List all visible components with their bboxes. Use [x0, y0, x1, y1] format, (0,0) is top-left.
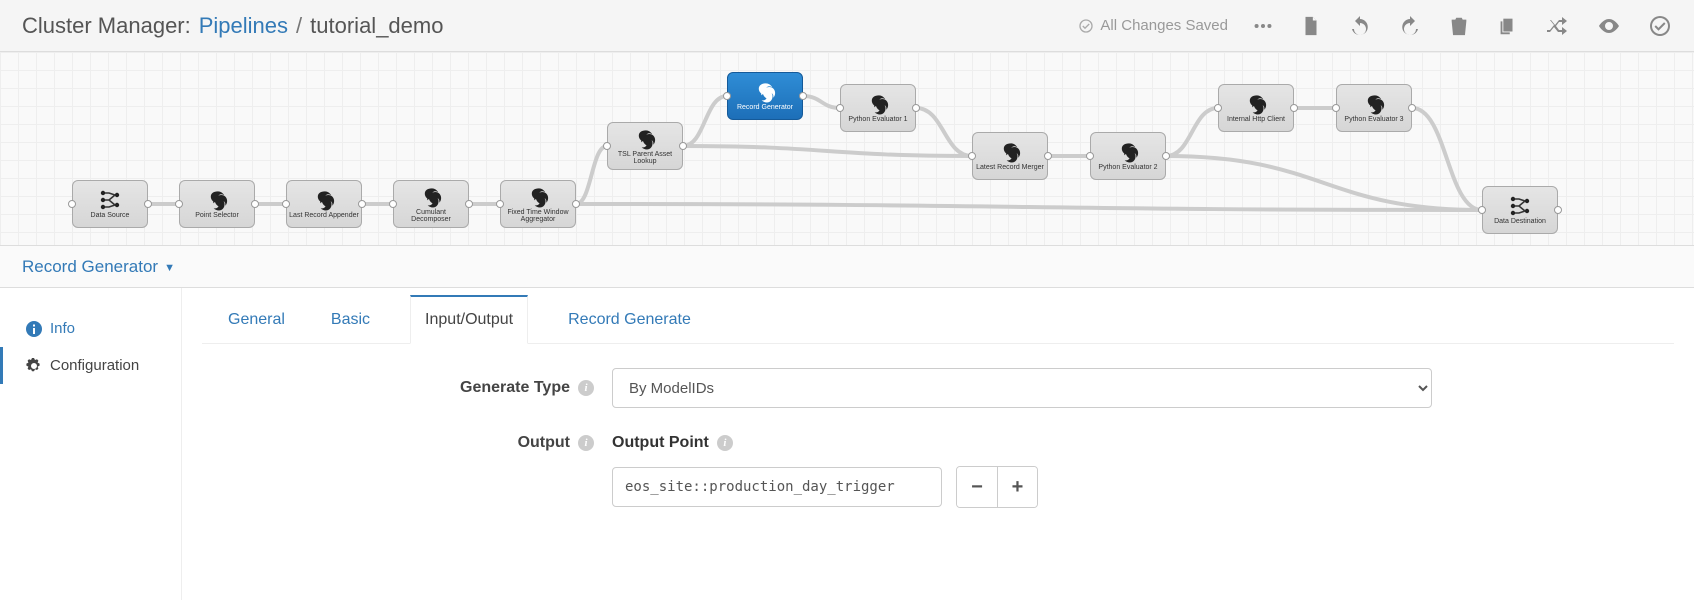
breadcrumb: Cluster Manager: Pipelines / tutorial_de… [22, 13, 443, 39]
info-icon [26, 321, 42, 337]
node-label: Internal Http Client [1227, 116, 1285, 123]
remove-point-button[interactable]: − [957, 467, 997, 507]
selected-operator-label: Record Generator [22, 257, 158, 277]
swirl-icon [206, 189, 228, 211]
config-tabs: General Basic Input/Output Record Generate [202, 288, 1674, 344]
help-icon[interactable]: i [578, 380, 594, 396]
save-status: All Changes Saved [1078, 17, 1228, 34]
node-cumulant[interactable]: Cumulant Decomposer [393, 180, 469, 228]
new-file-button[interactable] [1300, 14, 1322, 38]
copy-icon [1496, 14, 1518, 38]
swirl-icon [420, 186, 442, 208]
more-button[interactable] [1252, 15, 1274, 37]
help-icon[interactable]: i [578, 435, 594, 451]
node-pyEval3[interactable]: Python Evaluator 3 [1336, 84, 1412, 132]
node-latestMerger[interactable]: Latest Record Merger [972, 132, 1048, 180]
output-point-input[interactable] [612, 467, 942, 507]
node-label: Python Evaluator 3 [1344, 116, 1403, 123]
node-label: Fixed Time Window Aggregator [503, 209, 573, 224]
swirl-icon [313, 189, 335, 211]
file-icon [1300, 14, 1322, 38]
node-label: Last Record Appender [289, 212, 359, 219]
undo-icon [1348, 14, 1372, 38]
swirl-icon [1363, 93, 1385, 115]
node-label: TSL Parent Asset Lookup [610, 151, 680, 166]
node-httpClient[interactable]: Internal Http Client [1218, 84, 1294, 132]
node-label: Cumulant Decomposer [396, 209, 466, 224]
node-label: Data Source [91, 212, 130, 219]
breadcrumb-separator: / [296, 13, 302, 39]
breadcrumb-current: tutorial_demo [310, 13, 443, 39]
validate-button[interactable] [1648, 14, 1672, 38]
node-pyEval1[interactable]: Python Evaluator 1 [840, 84, 916, 132]
node-label: Data Destination [1494, 218, 1546, 225]
config-sidebar: InfoConfiguration [0, 288, 182, 600]
output-point-label: Output Point i [612, 434, 1664, 452]
node-dataDest[interactable]: Data Destination [1482, 186, 1558, 234]
node-dataSource[interactable]: Data Source [72, 180, 148, 228]
generate-type-label: Generate Type i [402, 379, 612, 397]
node-pointSelector[interactable]: Point Selector [179, 180, 255, 228]
tab-general[interactable]: General [222, 295, 291, 343]
shuffle-button[interactable] [1544, 14, 1570, 38]
node-lastRecord[interactable]: Last Record Appender [286, 180, 362, 228]
node-fixedTime[interactable]: Fixed Time Window Aggregator [500, 180, 576, 228]
config-form: Generate Type i By ModelIDs Output i Out… [202, 344, 1674, 508]
swirl-icon [527, 186, 549, 208]
gear-icon [26, 358, 42, 374]
add-point-button[interactable]: + [997, 467, 1037, 507]
swirl-icon [754, 81, 776, 103]
shuffle-icon [1544, 14, 1570, 38]
swirl-icon [634, 128, 656, 150]
swirl-icon [1245, 93, 1267, 115]
eye-icon [1596, 14, 1622, 38]
swirl-icon [999, 141, 1021, 163]
header-title: Cluster Manager: [22, 13, 191, 39]
ellipsis-icon [1252, 15, 1274, 37]
branch-icon [99, 189, 121, 211]
node-recordGen[interactable]: Record Generator [727, 72, 803, 120]
side-tab-config[interactable]: Configuration [0, 347, 181, 384]
swirl-icon [867, 93, 889, 115]
undo-button[interactable] [1348, 14, 1372, 38]
help-icon[interactable]: i [717, 435, 733, 451]
trash-icon [1448, 14, 1470, 38]
node-label: Point Selector [195, 212, 239, 219]
tab-basic[interactable]: Basic [325, 295, 376, 343]
node-pyEval2[interactable]: Python Evaluator 2 [1090, 132, 1166, 180]
delete-button[interactable] [1448, 14, 1470, 38]
toolbar [1252, 14, 1672, 38]
copy-button[interactable] [1496, 14, 1518, 38]
redo-icon [1398, 14, 1422, 38]
node-label: Latest Record Merger [976, 164, 1044, 171]
caret-down-icon: ▼ [164, 262, 175, 274]
node-tslParent[interactable]: TSL Parent Asset Lookup [607, 122, 683, 170]
node-label: Python Evaluator 2 [1098, 164, 1157, 171]
tab-recgen[interactable]: Record Generate [562, 295, 697, 343]
node-label: Python Evaluator 1 [848, 116, 907, 123]
check-outline-icon [1648, 14, 1672, 38]
preview-button[interactable] [1596, 14, 1622, 38]
branch-icon [1509, 195, 1531, 217]
generate-type-select[interactable]: By ModelIDs [612, 368, 1432, 408]
breadcrumb-pipelines-link[interactable]: Pipelines [199, 13, 288, 39]
swirl-icon [1117, 141, 1139, 163]
node-label: Record Generator [737, 104, 793, 111]
output-label: Output i [402, 434, 612, 452]
pipeline-canvas[interactable]: Data Source Point Selector Last Record App… [0, 52, 1694, 246]
selected-operator-dropdown[interactable]: Record Generator ▼ [0, 246, 1694, 288]
check-circle-icon [1078, 18, 1094, 34]
tab-io[interactable]: Input/Output [410, 295, 528, 344]
side-tab-info[interactable]: Info [0, 310, 181, 347]
redo-button[interactable] [1398, 14, 1422, 38]
